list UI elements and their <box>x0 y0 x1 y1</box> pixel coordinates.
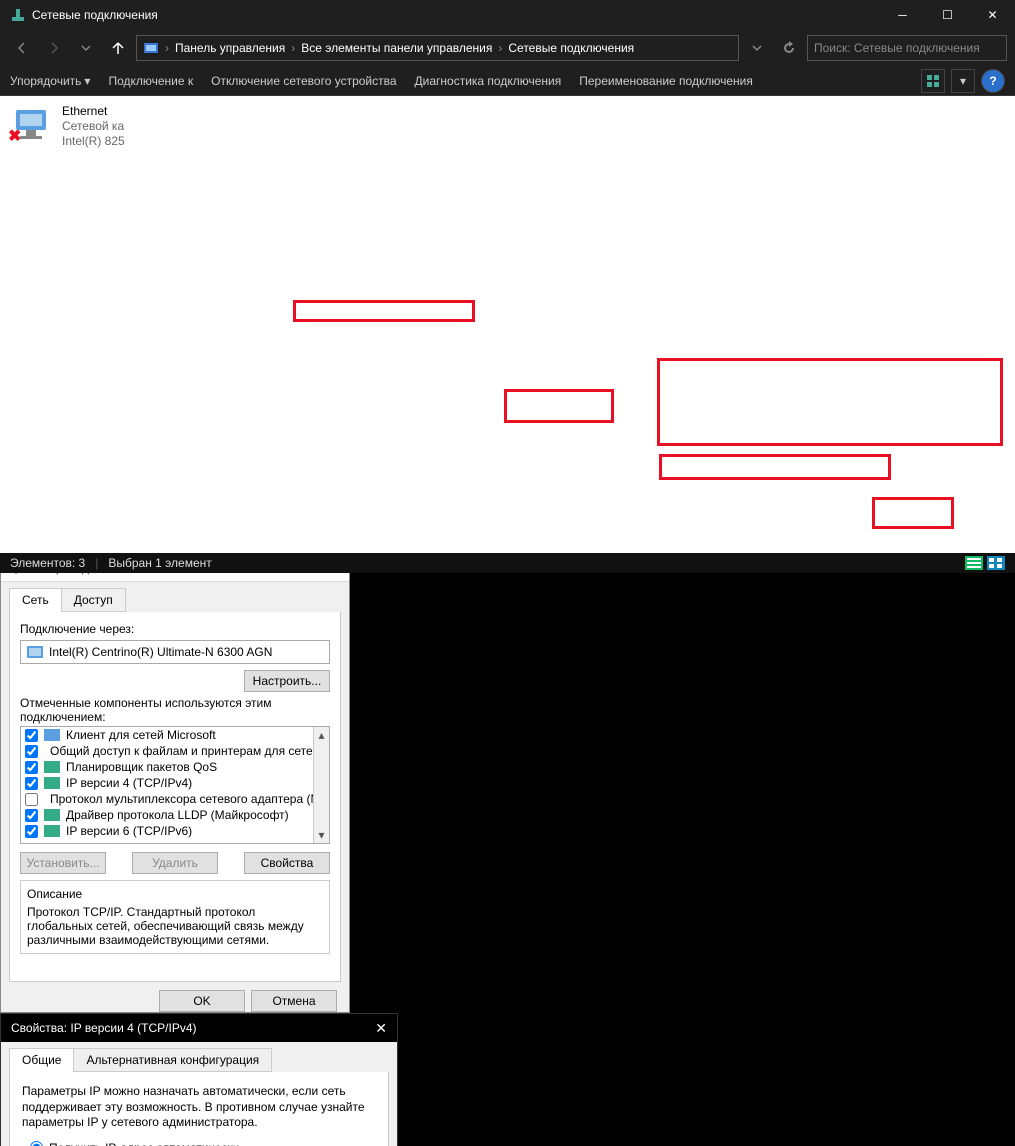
command-bar: Упорядочить ▾ Подключение к Отключение с… <box>0 66 1015 96</box>
connection-icon: ✖ <box>8 104 56 146</box>
component-checkbox[interactable] <box>25 825 38 838</box>
rename-cmd[interactable]: Переименование подключения <box>579 74 753 88</box>
connect-cmd[interactable]: Подключение к <box>108 74 193 88</box>
adapter-name: Intel(R) Centrino(R) Ultimate-N 6300 AGN <box>49 645 272 659</box>
view-button[interactable] <box>921 69 945 93</box>
nic-icon <box>27 646 43 658</box>
tab-access[interactable]: Доступ <box>61 588 126 612</box>
dlg2-titlebar: Свойства: IP версии 4 (TCP/IPv4) ✕ <box>1 1014 397 1042</box>
component-checkbox[interactable] <box>25 793 38 806</box>
breadcrumb-item[interactable]: Сетевые подключения <box>508 41 634 55</box>
list-item-ipv4: IP версии 4 (TCP/IPv4) <box>21 775 329 791</box>
configure-button[interactable]: Настроить... <box>244 670 330 692</box>
connection-status: Сетевой ка <box>62 119 125 134</box>
back-button[interactable] <box>8 34 36 62</box>
addr-dropdown[interactable] <box>743 34 771 62</box>
nav-bar: › Панель управления › Все элементы панел… <box>0 30 1015 66</box>
content-area: ✖ Ethernet Сетевой ка Intel(R) 825 <box>0 96 1015 553</box>
list-item: Планировщик пакетов QoS <box>21 759 329 775</box>
organize-menu[interactable]: Упорядочить ▾ <box>10 74 90 88</box>
breadcrumb-sep-icon: › <box>165 41 169 55</box>
search-placeholder: Поиск: Сетевые подключения <box>814 41 980 55</box>
component-checkbox[interactable] <box>25 745 38 758</box>
recent-dropdown[interactable] <box>72 34 100 62</box>
maximize-button[interactable]: ☐ <box>925 0 970 30</box>
adapter-properties-dialog: Беспроводная сеть: свойства ✕ Сеть Досту… <box>0 553 350 1013</box>
component-checkbox[interactable] <box>25 729 38 742</box>
ethernet-connection[interactable]: ✖ Ethernet Сетевой ка Intel(R) 825 <box>8 104 258 149</box>
details-view-icon[interactable] <box>965 556 983 570</box>
selection-count: Выбран 1 элемент <box>108 556 211 570</box>
component-icon <box>44 825 60 837</box>
main-titlebar: Сетевые подключения ─ ☐ ✕ <box>0 0 1015 30</box>
dlg1-ok-button[interactable]: OK <box>159 990 245 1012</box>
dlg2-title: Свойства: IP версии 4 (TCP/IPv4) <box>11 1021 375 1035</box>
description-title: Описание <box>27 887 323 901</box>
component-icon <box>44 729 60 741</box>
refresh-button[interactable] <box>775 34 803 62</box>
address-bar[interactable]: › Панель управления › Все элементы панел… <box>136 35 739 61</box>
dlg1-cancel-button[interactable]: Отмена <box>251 990 337 1012</box>
status-bar: Элементов: 3 | Выбран 1 элемент <box>0 553 1015 573</box>
network-icon <box>10 7 26 23</box>
description-box: Описание Протокол TCP/IP. Стандартный пр… <box>20 880 330 954</box>
properties-button[interactable]: Свойства <box>244 852 330 874</box>
components-label: Отмеченные компоненты используются этим … <box>20 696 330 724</box>
list-item: IP версии 6 (TCP/IPv6) <box>21 823 329 839</box>
component-checkbox[interactable] <box>25 809 38 822</box>
help-button[interactable]: ? <box>981 69 1005 93</box>
scrollbar[interactable]: ▴▾ <box>313 727 329 843</box>
adapter-field: Intel(R) Centrino(R) Ultimate-N 6300 AGN <box>20 640 330 664</box>
up-button[interactable] <box>104 34 132 62</box>
view-dropdown[interactable]: ▾ <box>951 69 975 93</box>
disable-cmd[interactable]: Отключение сетевого устройства <box>211 74 396 88</box>
forward-button[interactable] <box>40 34 68 62</box>
radio-ip-auto[interactable]: Получить IP-адрес автоматически <box>30 1141 376 1146</box>
chevron-down-icon: ▾ <box>84 74 90 88</box>
list-item: Общий доступ к файлам и принтерам для се… <box>21 743 329 759</box>
tab-general[interactable]: Общие <box>9 1048 74 1072</box>
component-icon <box>44 777 60 789</box>
breadcrumb-item[interactable]: Все элементы панели управления <box>301 41 492 55</box>
window-title: Сетевые подключения <box>32 8 880 22</box>
error-x-icon: ✖ <box>8 126 21 146</box>
search-input[interactable]: Поиск: Сетевые подключения <box>807 35 1007 61</box>
connection-name: Ethernet <box>62 104 125 119</box>
intro-text: Параметры IP можно назначать автоматичес… <box>22 1084 376 1131</box>
cp-icon <box>143 40 159 56</box>
tab-network[interactable]: Сеть <box>9 588 62 612</box>
ipv4-properties-dialog: Свойства: IP версии 4 (TCP/IPv4) ✕ Общие… <box>0 1013 398 1146</box>
install-button[interactable]: Установить... <box>20 852 106 874</box>
minimize-button[interactable]: ─ <box>880 0 925 30</box>
connection-device: Intel(R) 825 <box>62 134 125 149</box>
component-icon <box>44 761 60 773</box>
component-checkbox[interactable] <box>25 777 38 790</box>
component-checkbox[interactable] <box>25 761 38 774</box>
breadcrumb-item[interactable]: Панель управления <box>175 41 285 55</box>
list-item: Клиент для сетей Microsoft <box>21 727 329 743</box>
uninstall-button[interactable]: Удалить <box>132 852 218 874</box>
tab-alt-config[interactable]: Альтернативная конфигурация <box>73 1048 272 1072</box>
item-count: Элементов: 3 <box>10 556 85 570</box>
icons-view-icon[interactable] <box>987 556 1005 570</box>
list-item: Драйвер протокола LLDP (Майкрософт) <box>21 807 329 823</box>
connect-via-label: Подключение через: <box>20 622 330 636</box>
dlg2-close-button[interactable]: ✕ <box>375 1020 387 1037</box>
components-list[interactable]: Клиент для сетей Microsoft Общий доступ … <box>20 726 330 844</box>
close-button[interactable]: ✕ <box>970 0 1015 30</box>
diagnose-cmd[interactable]: Диагностика подключения <box>415 74 562 88</box>
list-item: Протокол мультиплексора сетевого адаптер… <box>21 791 329 807</box>
network-connections-window: Сетевые подключения ─ ☐ ✕ › Панель управ… <box>0 0 1015 553</box>
component-icon <box>44 809 60 821</box>
description-text: Протокол TCP/IP. Стандартный протокол гл… <box>27 905 323 947</box>
